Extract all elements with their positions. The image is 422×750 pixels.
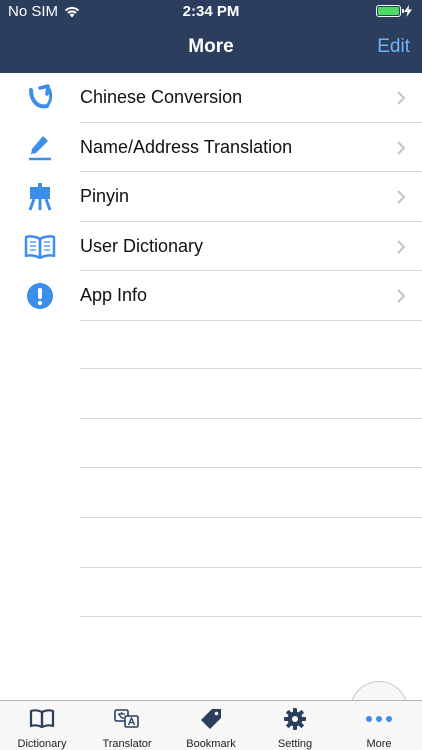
- tab-label: Translator: [102, 738, 152, 750]
- menu-item-chinese-conversion[interactable]: Chinese Conversion: [0, 73, 422, 123]
- tab-more[interactable]: More: [342, 701, 416, 750]
- empty-table-rows: [80, 368, 422, 666]
- row-divider: [80, 517, 422, 519]
- chevron-right-icon: [397, 140, 406, 155]
- menu-item-label: App Info: [80, 285, 148, 306]
- charging-bolt-icon: [404, 5, 412, 17]
- chevron-right-icon: [397, 289, 406, 303]
- open-book-icon: [24, 233, 56, 261]
- ellipsis-icon: [365, 707, 393, 731]
- header: No SIM 2:34 PM More Edit: [0, 0, 422, 73]
- status-time: 2:34 PM: [182, 3, 240, 20]
- row-divider: [80, 319, 422, 321]
- row-divider: [80, 368, 422, 369]
- translate-icon: [114, 707, 140, 731]
- chevron-right-icon: [397, 190, 406, 204]
- menu-item-name-address-translation[interactable]: Name/Address Translation: [0, 123, 422, 172]
- edit-button[interactable]: Edit: [377, 36, 410, 58]
- info-exclamation-icon: [24, 282, 56, 310]
- chevron-right-icon: [397, 91, 406, 105]
- menu-item-label: Name/Address Translation: [80, 136, 293, 157]
- tab-label: Bookmark: [186, 738, 236, 750]
- conversion-arrow-icon: [24, 84, 56, 112]
- page-title: More: [188, 36, 234, 57]
- gear-icon: [284, 707, 306, 731]
- pencil-icon: [24, 134, 56, 162]
- menu-item-label: Chinese Conversion: [80, 87, 243, 108]
- row-divider: [80, 467, 422, 469]
- book-icon: [29, 707, 55, 731]
- tab-label: Setting: [277, 738, 313, 750]
- tab-setting[interactable]: Setting: [258, 701, 332, 750]
- row-divider: [80, 566, 422, 568]
- chevron-right-icon: [397, 239, 406, 254]
- menu-item-label: Pinyin: [80, 186, 130, 207]
- tab-label: Dictionary: [17, 738, 67, 750]
- tab-translator[interactable]: Translator: [90, 701, 164, 750]
- tag-icon: [200, 707, 222, 731]
- menu-item-label: User Dictionary: [80, 235, 204, 256]
- menu-item-pinyin[interactable]: Pinyin: [0, 172, 422, 222]
- tab-bookmark[interactable]: Bookmark: [174, 701, 248, 750]
- easel-icon: [24, 183, 56, 211]
- more-menu-list: Chinese Conversion Name/Address Translat…: [0, 73, 422, 321]
- tab-bar: Dictionary Translator Bookmark Setting M…: [0, 700, 422, 750]
- battery-indicator: [376, 5, 412, 17]
- tab-label: More: [366, 738, 392, 750]
- tab-dictionary[interactable]: Dictionary: [5, 701, 79, 750]
- row-divider: [80, 616, 422, 618]
- menu-item-user-dictionary[interactable]: User Dictionary: [0, 222, 422, 271]
- row-divider: [80, 417, 422, 419]
- battery-icon: [376, 5, 404, 17]
- status-bar: No SIM 2:34 PM: [0, 0, 422, 24]
- menu-item-app-info[interactable]: App Info: [0, 271, 422, 321]
